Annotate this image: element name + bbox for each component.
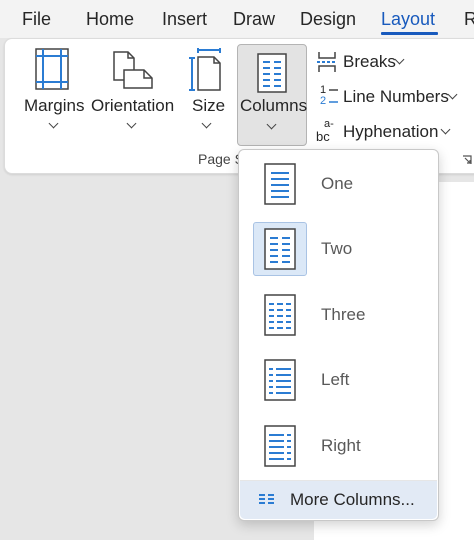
hyphenation-icon-bottom: bc <box>316 129 330 144</box>
menu-item-right[interactable]: Right <box>253 419 423 473</box>
more-columns-button[interactable]: More Columns... <box>240 481 437 519</box>
columns-icon <box>257 53 287 93</box>
menu-item-one[interactable]: One <box>253 157 423 211</box>
margins-button[interactable]: Margins <box>20 44 86 144</box>
dialog-launcher-icon[interactable] <box>462 155 472 165</box>
breaks-label: Breaks <box>343 52 396 71</box>
breaks-button[interactable]: Breaks <box>316 48 426 76</box>
ribbon-tab-bar: File Home Insert Draw Design Layout R <box>0 0 474 38</box>
chevron-down-icon <box>447 89 458 100</box>
more-columns-label: More Columns... <box>290 490 415 509</box>
left-column-icon <box>264 359 296 401</box>
columns-dropdown-menu: One Two Three Left Right More Columns... <box>238 149 439 521</box>
size-button[interactable]: Size <box>184 44 230 144</box>
active-tab-underline <box>381 32 438 35</box>
menu-item-label: Three <box>321 305 366 324</box>
tab-layout[interactable]: Layout <box>381 9 435 30</box>
tab-insert[interactable]: Insert <box>162 9 207 30</box>
menu-item-label: Two <box>321 239 353 258</box>
menu-item-icon-box <box>253 222 307 276</box>
menu-item-icon-box <box>253 353 307 407</box>
size-icon <box>189 48 221 91</box>
one-column-icon <box>264 163 296 205</box>
right-column-icon <box>264 425 296 467</box>
chevron-down-icon <box>394 54 405 65</box>
menu-item-icon-box <box>253 419 307 473</box>
hyphenation-label: Hyphenation <box>343 122 439 141</box>
tab-references-partial[interactable]: R <box>464 9 474 30</box>
hyphenation-button[interactable]: a- bc Hyphenation <box>316 118 456 146</box>
line-numbers-icon-bottom: 2 <box>320 95 327 107</box>
orientation-icon <box>113 51 153 89</box>
more-columns-icon <box>259 494 274 504</box>
menu-item-three[interactable]: Three <box>253 288 423 342</box>
tab-draw[interactable]: Draw <box>233 9 275 30</box>
line-numbers-label: Line Numbers <box>343 87 449 106</box>
size-label: Size <box>192 96 226 115</box>
chevron-down-icon <box>48 118 59 129</box>
columns-label: Columns <box>240 96 308 115</box>
chevron-down-icon <box>266 119 277 130</box>
menu-item-icon-box <box>253 157 307 211</box>
menu-item-label: Left <box>321 370 350 389</box>
chevron-down-icon <box>201 118 212 129</box>
breaks-icon <box>317 52 337 72</box>
menu-item-label: One <box>321 174 354 193</box>
menu-item-left[interactable]: Left <box>253 353 423 407</box>
menu-item-icon-box <box>253 288 307 342</box>
tab-design[interactable]: Design <box>300 9 356 30</box>
chevron-down-icon <box>126 118 137 129</box>
line-numbers-button[interactable]: 1 2 Line Numbers <box>316 83 466 111</box>
tab-file[interactable]: File <box>22 9 51 30</box>
line-numbers-icon <box>329 89 338 103</box>
two-columns-icon <box>264 228 296 270</box>
menu-item-label: Right <box>321 436 361 455</box>
orientation-label: Orientation <box>91 96 175 115</box>
orientation-button[interactable]: Orientation <box>90 44 174 144</box>
margins-label: Margins <box>24 96 85 115</box>
three-columns-icon <box>264 294 296 336</box>
tab-home[interactable]: Home <box>86 9 134 30</box>
columns-button[interactable]: Columns <box>237 44 307 146</box>
menu-item-two[interactable]: Two <box>253 222 423 276</box>
chevron-down-icon <box>440 124 451 135</box>
margins-icon <box>35 48 69 90</box>
